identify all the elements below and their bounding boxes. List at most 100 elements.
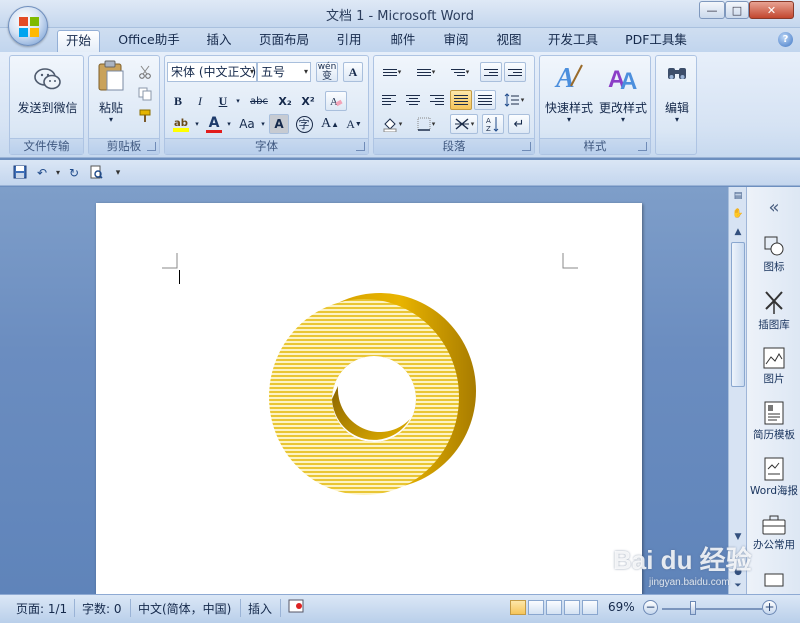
clear-format-button[interactable]: A: [325, 91, 347, 111]
status-page[interactable]: 页面: 1/1: [16, 600, 67, 617]
font-color-dropdown-icon[interactable]: ▾: [225, 114, 233, 134]
status-language[interactable]: 中文(简体，中国): [138, 600, 231, 617]
tab-mailings[interactable]: 邮件: [382, 30, 424, 52]
close-button[interactable]: ✕: [749, 1, 794, 19]
quick-styles-button[interactable]: A 快速样式 ▾: [542, 60, 596, 132]
pane-item-pictures[interactable]: 图片: [747, 347, 800, 386]
shrink-font-button[interactable]: A ▼: [343, 114, 365, 134]
ruler-toggle-icon[interactable]: ▤: [731, 191, 745, 201]
multilevel-list-button[interactable]: ▾: [446, 62, 474, 82]
sort-button[interactable]: AZ: [482, 114, 504, 134]
pane-item-poster[interactable]: Word海报: [747, 457, 800, 498]
distributed-button[interactable]: [474, 90, 496, 110]
save-icon[interactable]: [12, 165, 28, 181]
chinese-layout-button[interactable]: ▾: [450, 114, 478, 134]
tab-home[interactable]: 开始: [57, 30, 100, 52]
font-launcher-icon[interactable]: [356, 142, 365, 151]
gold-ring-shape[interactable]: [268, 291, 483, 501]
highlight-color-button[interactable]: ab: [169, 114, 193, 134]
tab-view[interactable]: 视图: [488, 30, 530, 52]
justify-button[interactable]: [450, 90, 472, 110]
bullets-button[interactable]: ▾: [378, 62, 406, 82]
underline-button[interactable]: U: [214, 91, 232, 111]
char-border-button[interactable]: A: [343, 62, 363, 82]
zoom-level[interactable]: 69%: [608, 600, 635, 614]
font-color-button[interactable]: A: [203, 114, 225, 134]
paste-dropdown-icon[interactable]: ▾: [91, 115, 131, 124]
phonetic-guide-button[interactable]: wén 变: [316, 62, 338, 82]
tab-references[interactable]: 引用: [328, 30, 370, 52]
editing-dropdown-icon[interactable]: ▾: [656, 115, 698, 124]
underline-dropdown-icon[interactable]: ▾: [233, 91, 243, 111]
quick-styles-dropdown-icon[interactable]: ▾: [542, 115, 596, 124]
zoom-out-button[interactable]: −: [643, 600, 658, 615]
borders-button[interactable]: ▾: [412, 114, 440, 134]
macro-record-icon[interactable]: [288, 599, 304, 616]
highlight-dropdown-icon[interactable]: ▾: [193, 114, 201, 134]
styles-launcher-icon[interactable]: [638, 142, 647, 151]
help-icon[interactable]: ?: [778, 32, 793, 47]
cut-icon[interactable]: [135, 62, 155, 82]
outline-view-icon[interactable]: [564, 600, 580, 615]
collapse-pane-icon[interactable]: «: [747, 197, 800, 218]
font-name-select[interactable]: 宋体 (中文正文) ▾: [167, 62, 257, 82]
decrease-indent-button[interactable]: [480, 62, 502, 82]
pan-hand-icon[interactable]: ✋: [731, 209, 745, 219]
tab-insert[interactable]: 插入: [198, 30, 240, 52]
scroll-up-icon[interactable]: ▲: [731, 227, 745, 237]
status-word-count[interactable]: 字数: 0: [82, 600, 122, 617]
clipboard-launcher-icon[interactable]: [147, 142, 156, 151]
pane-item-icons[interactable]: 图标: [747, 235, 800, 274]
send-to-wechat-button[interactable]: 发送到微信: [10, 62, 85, 132]
status-insert-mode[interactable]: 插入: [248, 600, 272, 617]
zoom-in-button[interactable]: +: [762, 600, 777, 615]
char-shading-button[interactable]: A: [269, 114, 289, 134]
pane-more-icon[interactable]: [747, 573, 800, 589]
next-page-icon[interactable]: ⏷: [731, 581, 745, 591]
bold-button[interactable]: B: [169, 91, 187, 111]
change-styles-dropdown-icon[interactable]: ▾: [596, 115, 650, 124]
tab-pdf-tools[interactable]: PDF工具集: [618, 30, 694, 52]
pane-item-office[interactable]: 办公常用: [747, 515, 800, 552]
tab-developer[interactable]: 开发工具: [540, 30, 606, 52]
shading-button[interactable]: ▾: [378, 114, 406, 134]
pane-item-resume[interactable]: 简历模板: [747, 401, 800, 442]
show-marks-button[interactable]: ↵: [508, 114, 530, 134]
web-layout-view-icon[interactable]: [546, 600, 562, 615]
undo-icon[interactable]: ↶: [34, 165, 50, 181]
draft-view-icon[interactable]: [582, 600, 598, 615]
customize-qat-icon[interactable]: ▾: [110, 165, 126, 181]
numbering-button[interactable]: ▾: [412, 62, 440, 82]
font-size-select[interactable]: 五号 ▾: [257, 62, 311, 82]
document-page[interactable]: [96, 203, 642, 603]
change-case-button[interactable]: Aa: [235, 114, 259, 134]
line-spacing-button[interactable]: ▾: [500, 90, 528, 110]
full-screen-reading-view-icon[interactable]: [528, 600, 544, 615]
zoom-slider-thumb[interactable]: [690, 601, 696, 615]
redo-icon[interactable]: ↻: [66, 165, 82, 181]
paragraph-launcher-icon[interactable]: [522, 142, 531, 151]
superscript-button[interactable]: X²: [298, 91, 318, 111]
tab-review[interactable]: 审阅: [435, 30, 477, 52]
maximize-button[interactable]: □: [725, 1, 749, 19]
strikethrough-button[interactable]: abc: [248, 91, 270, 111]
increase-indent-button[interactable]: [504, 62, 526, 82]
copy-icon[interactable]: [135, 84, 155, 104]
tab-office-assistant[interactable]: Office助手: [110, 30, 188, 52]
grow-font-button[interactable]: A ▲: [319, 114, 341, 134]
align-center-button[interactable]: [402, 90, 424, 110]
zoom-slider-track[interactable]: [662, 608, 762, 610]
vertical-scrollbar[interactable]: ▤ ✋ ▲ ▼ ⏶ ● ⏷: [728, 187, 746, 594]
subscript-button[interactable]: X₂: [275, 91, 295, 111]
change-case-dropdown-icon[interactable]: ▾: [259, 114, 267, 134]
change-styles-button[interactable]: A A 更改样式 ▾: [596, 60, 650, 132]
tab-page-layout[interactable]: 页面布局: [252, 30, 316, 52]
office-button[interactable]: [8, 6, 48, 46]
enclose-char-button[interactable]: 字: [293, 114, 315, 134]
minimize-button[interactable]: —: [699, 1, 725, 19]
print-layout-view-icon[interactable]: [510, 600, 526, 615]
italic-button[interactable]: I: [191, 91, 209, 111]
align-left-button[interactable]: [378, 90, 400, 110]
align-right-button[interactable]: [426, 90, 448, 110]
undo-dropdown-icon[interactable]: ▾: [50, 165, 66, 181]
